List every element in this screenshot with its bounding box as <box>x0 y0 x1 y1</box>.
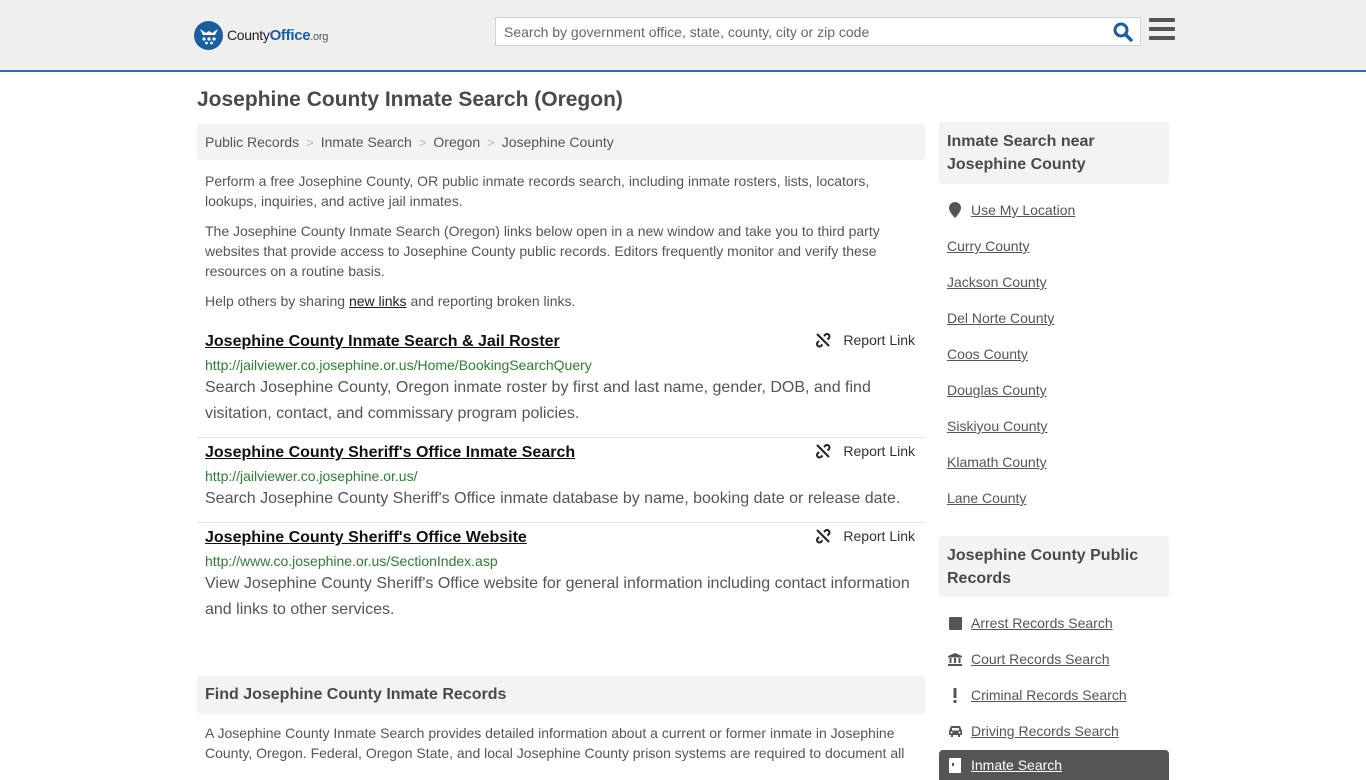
result-url[interactable]: http://www.co.josephine.or.us/SectionInd… <box>205 552 917 570</box>
search-input[interactable] <box>496 18 1096 45</box>
public-record-item: Arrest Records Search <box>947 605 1169 641</box>
result-title-link[interactable]: Josephine County Sheriff's Office Inmate… <box>205 443 575 462</box>
result-item: Josephine County Sheriff's Office Websit… <box>197 523 925 633</box>
square-icon <box>947 615 963 631</box>
breadcrumb-current: Josephine County <box>501 134 614 150</box>
broken-link-icon <box>816 529 831 544</box>
logo-text: CountyOffice.org <box>227 26 329 44</box>
result-title-link[interactable]: Josephine County Inmate Search & Jail Ro… <box>205 332 560 351</box>
driving-records-link[interactable]: Driving Records Search <box>971 723 1119 739</box>
use-my-location-item: Use My Location <box>947 192 1169 228</box>
breadcrumb: Public Records > Inmate Search > Oregon … <box>197 124 925 160</box>
site-logo[interactable]: CountyOffice.org <box>194 20 328 50</box>
nearby-county-item: Lane County <box>947 480 1169 516</box>
intro-paragraph: Perform a free Josephine County, OR publ… <box>205 173 870 209</box>
broken-link-icon <box>816 444 831 459</box>
car-icon <box>947 723 963 739</box>
use-my-location-link[interactable]: Use My Location <box>971 202 1075 218</box>
site-header: CountyOffice.org <box>0 0 1366 72</box>
criminal-records-link[interactable]: Criminal Records Search <box>971 687 1127 703</box>
page-title: Josephine County Inmate Search (Oregon) <box>197 88 623 111</box>
county-link[interactable]: Douglas County <box>947 382 1047 398</box>
share-links-paragraph: Help others by sharing new links and rep… <box>205 293 576 309</box>
public-record-item: Criminal Records Search <box>947 677 1169 713</box>
breadcrumb-oregon[interactable]: Oregon <box>433 134 480 150</box>
nearby-county-item: Del Norte County <box>947 300 1169 336</box>
report-link-button[interactable]: Report Link <box>815 332 915 348</box>
nearby-county-item: Coos County <box>947 336 1169 372</box>
nearby-heading: Inmate Search near Josephine County <box>939 122 1169 184</box>
find-records-heading: Find Josephine County Inmate Records <box>197 676 925 714</box>
intro-text: Perform a free Josephine County, OR publ… <box>205 171 917 321</box>
broken-link-icon <box>816 333 831 348</box>
hamburger-menu-icon[interactable] <box>1149 18 1175 42</box>
result-title-link[interactable]: Josephine County Sheriff's Office Websit… <box>205 528 527 547</box>
find-records-text: A Josephine County Inmate Search provide… <box>205 725 905 761</box>
nearby-county-item: Douglas County <box>947 372 1169 408</box>
result-description: Search Josephine County, Oregon inmate r… <box>205 379 871 422</box>
public-record-item: Driving Records Search <box>947 713 1169 749</box>
map-marker-icon <box>947 202 963 218</box>
inmate-search-link[interactable]: Inmate Search <box>971 757 1062 773</box>
result-url[interactable]: http://jailviewer.co.josephine.or.us/ <box>205 467 917 485</box>
nearby-county-item: Curry County <box>947 228 1169 264</box>
county-link[interactable]: Lane County <box>947 490 1026 506</box>
result-item: Josephine County Inmate Search & Jail Ro… <box>197 327 925 438</box>
logo-eagle-icon <box>194 20 223 50</box>
public-record-item: Court Records Search <box>947 641 1169 677</box>
courthouse-icon <box>947 651 963 667</box>
exclamation-icon <box>947 687 963 703</box>
breadcrumb-separator: > <box>487 134 495 150</box>
breadcrumb-inmate-search[interactable]: Inmate Search <box>321 134 412 150</box>
county-link[interactable]: Del Norte County <box>947 310 1054 326</box>
nearby-county-item: Jackson County <box>947 264 1169 300</box>
site-search <box>495 17 1141 46</box>
county-link[interactable]: Jackson County <box>947 274 1047 290</box>
results-list: Josephine County Inmate Search & Jail Ro… <box>197 327 925 633</box>
breadcrumb-separator: > <box>418 134 427 150</box>
result-description: Search Josephine County Sheriff's Office… <box>205 490 901 507</box>
door-icon <box>947 757 963 773</box>
court-records-link[interactable]: Court Records Search <box>971 651 1110 667</box>
intro-paragraph: The Josephine County Inmate Search (Oreg… <box>205 223 880 279</box>
public-records-heading: Josephine County Public Records <box>939 536 1169 597</box>
nearby-county-item: Klamath County <box>947 444 1169 480</box>
nearby-county-list: Use My Location Curry County Jackson Cou… <box>947 192 1169 516</box>
result-description: View Josephine County Sheriff's Office w… <box>205 575 910 618</box>
breadcrumb-separator: > <box>306 134 314 150</box>
public-records-list: Arrest Records Search Court Records Sear… <box>947 605 1169 749</box>
county-link[interactable]: Siskiyou County <box>947 418 1047 434</box>
result-url[interactable]: http://jailviewer.co.josephine.or.us/Hom… <box>205 356 917 374</box>
search-icon[interactable] <box>1112 21 1134 43</box>
county-link[interactable]: Curry County <box>947 238 1029 254</box>
county-link[interactable]: Coos County <box>947 346 1028 362</box>
arrest-records-link[interactable]: Arrest Records Search <box>971 615 1113 631</box>
breadcrumb-public-records[interactable]: Public Records <box>205 134 299 150</box>
inmate-search-active-item[interactable]: Inmate Search <box>939 750 1169 780</box>
report-link-button[interactable]: Report Link <box>815 528 915 544</box>
nearby-county-item: Siskiyou County <box>947 408 1169 444</box>
report-link-button[interactable]: Report Link <box>815 443 915 459</box>
county-link[interactable]: Klamath County <box>947 454 1047 470</box>
result-item: Josephine County Sheriff's Office Inmate… <box>197 438 925 523</box>
new-links-link[interactable]: new links <box>349 293 407 309</box>
